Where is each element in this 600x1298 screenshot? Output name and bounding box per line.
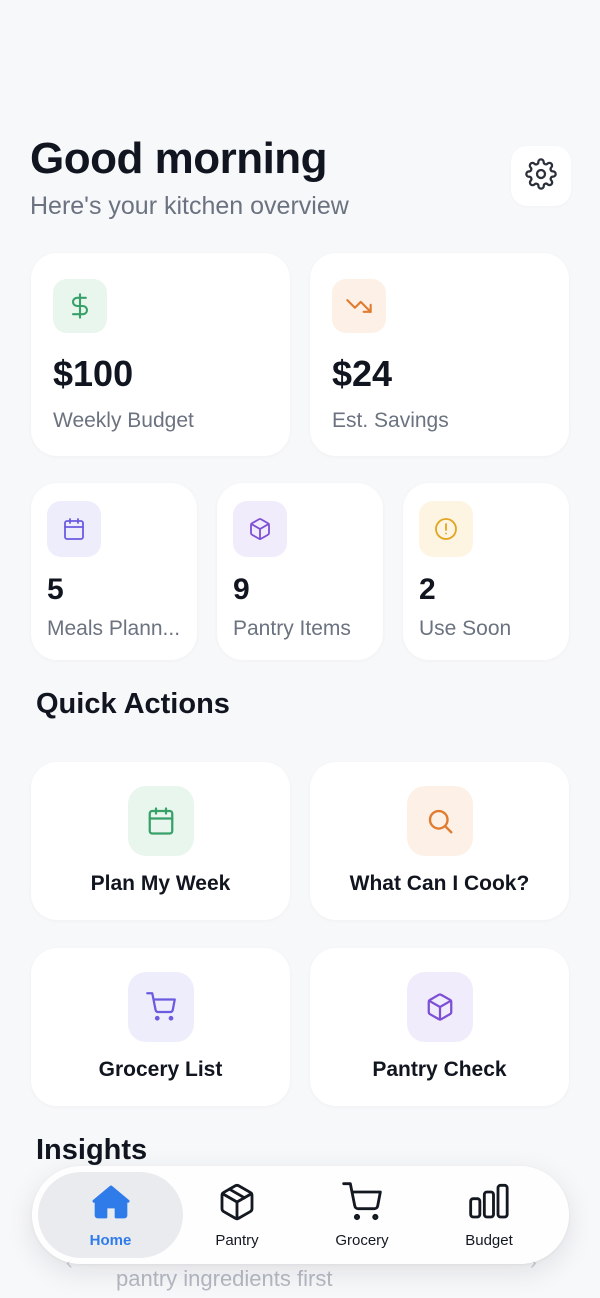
pantry-items-card[interactable]: 9 Pantry Items: [217, 483, 383, 660]
tab-grocery-label: Grocery: [335, 1231, 389, 1249]
box-icon: [217, 1182, 257, 1227]
pantry-check-label: Pantry Check: [372, 1058, 507, 1081]
settings-button[interactable]: [511, 146, 571, 206]
meals-planned-card[interactable]: 5 Meals Plann...: [31, 483, 197, 660]
dollar-icon: [53, 279, 107, 333]
cart-icon: [128, 972, 194, 1042]
trending-down-icon: [332, 279, 386, 333]
calendar-icon: [47, 501, 101, 557]
home-icon: [90, 1182, 132, 1227]
tab-budget-label: Budget: [465, 1231, 513, 1249]
est-savings-value: $24: [332, 353, 393, 394]
tab-home-label: Home: [89, 1231, 132, 1249]
bottom-tab-bar: Home Pantry Grocery Budget: [32, 1166, 569, 1264]
plan-my-week-button[interactable]: Plan My Week: [31, 762, 290, 920]
weekly-budget-card[interactable]: $100 Weekly Budget: [31, 253, 290, 456]
alert-circle-icon: [419, 501, 473, 557]
quick-actions-title: Quick Actions: [36, 688, 230, 720]
tab-grocery[interactable]: Grocery: [316, 1172, 408, 1258]
meals-planned-label: Meals Plann...: [47, 617, 181, 640]
grocery-list-button[interactable]: Grocery List: [31, 948, 290, 1106]
box-icon: [233, 501, 287, 557]
meals-planned-value: 5: [47, 573, 64, 606]
use-soon-label: Use Soon: [419, 617, 512, 640]
weekly-budget-value: $100: [53, 353, 134, 394]
page-subtitle: Here's your kitchen overview: [30, 192, 349, 220]
calendar-icon: [128, 786, 194, 856]
bar-chart-icon: [467, 1182, 511, 1227]
home-screen: Good morning Here's your kitchen overvie…: [0, 0, 600, 1298]
pantry-check-button[interactable]: Pantry Check: [310, 948, 569, 1106]
what-can-i-cook-label: What Can I Cook?: [349, 872, 530, 895]
use-soon-card[interactable]: 2 Use Soon: [403, 483, 569, 660]
gear-icon: [525, 157, 557, 195]
pantry-items-label: Pantry Items: [233, 617, 351, 640]
est-savings-card[interactable]: $24 Est. Savings: [310, 253, 569, 456]
cart-icon: [342, 1181, 382, 1227]
plan-my-week-label: Plan My Week: [90, 872, 231, 895]
use-soon-value: 2: [419, 573, 436, 606]
search-icon: [407, 786, 473, 856]
box-icon: [407, 972, 473, 1042]
what-can-i-cook-button[interactable]: What Can I Cook?: [310, 762, 569, 920]
tab-pantry-label: Pantry: [215, 1231, 259, 1249]
insights-title: Insights: [36, 1134, 148, 1166]
weekly-budget-label: Weekly Budget: [53, 409, 194, 432]
tab-home[interactable]: Home: [38, 1172, 183, 1258]
page-title: Good morning: [30, 134, 328, 183]
insight-text: pantry ingredients first: [116, 1266, 333, 1291]
tab-pantry[interactable]: Pantry: [192, 1172, 282, 1258]
tab-budget[interactable]: Budget: [443, 1172, 535, 1258]
pantry-items-value: 9: [233, 573, 250, 606]
grocery-list-label: Grocery List: [98, 1058, 223, 1081]
est-savings-label: Est. Savings: [332, 409, 449, 432]
